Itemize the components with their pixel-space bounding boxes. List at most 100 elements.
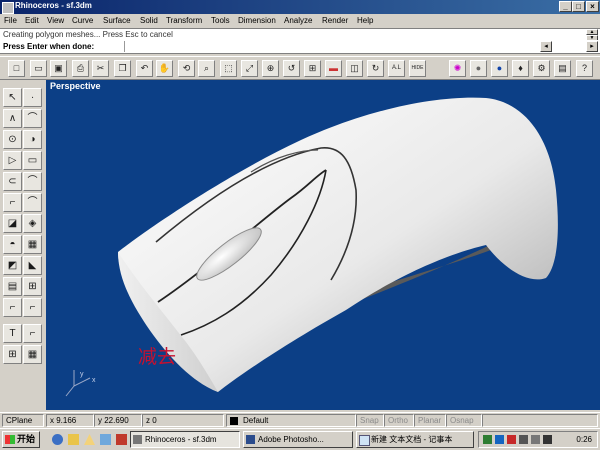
surface-icon[interactable]: ⌒ xyxy=(23,193,42,212)
planar-toggle[interactable]: Planar xyxy=(414,414,446,427)
menu-dimension[interactable]: Dimension xyxy=(238,16,276,25)
copy-icon[interactable]: ❐ xyxy=(114,60,131,77)
mesh-icon[interactable]: ◓ xyxy=(3,235,22,254)
antivirus-icon[interactable] xyxy=(507,435,516,444)
array-icon[interactable]: ▦ xyxy=(23,235,42,254)
group-icon[interactable]: ▤ xyxy=(3,277,22,296)
notepad-task-icon xyxy=(359,435,370,446)
new-icon[interactable]: □ xyxy=(8,60,25,77)
clock[interactable]: 0:26 xyxy=(576,435,592,444)
car-icon[interactable]: ▬ xyxy=(325,60,342,77)
perspective-viewport[interactable]: x y Perspective 减去 xyxy=(46,80,600,410)
zoom-icon[interactable]: ⌕ xyxy=(198,60,215,77)
rotate-view-icon[interactable]: ⟲ xyxy=(178,60,195,77)
circle-icon[interactable]: ⊙ xyxy=(3,130,22,149)
layer-color-swatch xyxy=(230,417,238,425)
usb-icon[interactable] xyxy=(543,435,552,444)
volume-icon[interactable] xyxy=(519,435,528,444)
print-icon[interactable]: ⎙ xyxy=(72,60,89,77)
light-icon[interactable]: ♦ xyxy=(512,60,529,77)
polygon-icon[interactable]: ▷ xyxy=(3,151,22,170)
dimension-icon[interactable]: ⌐ xyxy=(23,298,42,317)
four-viewports-icon[interactable]: ⊞ xyxy=(304,60,321,77)
zoom-window-icon[interactable]: ⬚ xyxy=(220,60,237,77)
open-icon[interactable]: ▭ xyxy=(30,60,47,77)
menu-render[interactable]: Render xyxy=(322,16,348,25)
task-notepad[interactable]: 新建 文本文档 - 记事本 xyxy=(356,431,474,448)
text-icon[interactable]: T xyxy=(3,324,22,343)
pan-icon[interactable]: ✋ xyxy=(156,60,173,77)
x-coordinate: x 9.166 xyxy=(46,414,94,427)
explorer-icon[interactable] xyxy=(68,434,79,445)
curve-icon[interactable]: ⌒ xyxy=(23,109,42,128)
menu-transform[interactable]: Transform xyxy=(166,16,202,25)
save-icon[interactable]: ▣ xyxy=(50,60,67,77)
properties-icon[interactable]: ▤ xyxy=(554,60,571,77)
menu-tools[interactable]: Tools xyxy=(211,16,230,25)
menu-file[interactable]: File xyxy=(4,16,17,25)
menu-edit[interactable]: Edit xyxy=(25,16,39,25)
solid-tools-icon[interactable]: ◈ xyxy=(23,214,42,233)
arc-icon[interactable]: ◑ xyxy=(23,130,42,149)
zoom-selected-icon[interactable]: ⊕ xyxy=(262,60,279,77)
fillet-curve-icon[interactable]: ⊂ xyxy=(3,172,22,191)
desktop-icon[interactable] xyxy=(100,434,111,445)
point-icon[interactable]: ∙ xyxy=(23,88,42,107)
taskbar: 开始 Rhinoceros - sf.3dm Adobe Photosho...… xyxy=(0,428,600,450)
rebuild-icon[interactable]: ↻ xyxy=(367,60,384,77)
menu-analyze[interactable]: Analyze xyxy=(284,16,312,25)
task-label-notepad: 新建 文本文档 - 记事本 xyxy=(371,435,453,444)
curve-from-object-icon[interactable]: ⌐ xyxy=(3,193,22,212)
shade-sphere-icon[interactable]: ● xyxy=(491,60,508,77)
layer-manager-icon[interactable]: ⊞ xyxy=(3,345,22,364)
command-input[interactable] xyxy=(124,41,535,52)
color-wheel-icon[interactable]: ✺ xyxy=(449,60,466,77)
block-icon[interactable]: ⊞ xyxy=(23,277,42,296)
solid-box-icon[interactable]: ◪ xyxy=(3,214,22,233)
menu-help[interactable]: Help xyxy=(357,16,373,25)
standard-toolbar: □ ▭ ▣ ⎙ ✂ ❐ ↶ ✋ ⟲ ⌕ ⬚ ⤢ ⊕ ↺ ⊞ ▬ ◫ ↻ A.L … xyxy=(0,56,600,80)
undo-view-icon[interactable]: ↺ xyxy=(283,60,300,77)
select-arrow-icon[interactable]: ↖ xyxy=(3,88,22,107)
task-rhinoceros[interactable]: Rhinoceros - sf.3dm xyxy=(130,431,240,448)
minimize-button[interactable]: _ xyxy=(559,1,572,12)
polyline-icon[interactable]: ∧ xyxy=(3,109,22,128)
command-scroll-left-button[interactable]: ◂ xyxy=(540,41,552,52)
cut-icon[interactable]: ✂ xyxy=(92,60,109,77)
network-icon[interactable] xyxy=(483,435,492,444)
menu-surface[interactable]: Surface xyxy=(103,16,131,25)
snap-toggle[interactable]: Snap xyxy=(356,414,384,427)
ie-icon[interactable] xyxy=(52,434,63,445)
grid-icon[interactable]: ▦ xyxy=(23,345,42,364)
menu-curve[interactable]: Curve xyxy=(72,16,93,25)
analyze-icon[interactable]: ⌐ xyxy=(3,298,22,317)
layer-icon[interactable]: A.L xyxy=(388,60,405,77)
hide-icon[interactable]: HIDE xyxy=(409,60,426,77)
help-icon[interactable]: ? xyxy=(576,60,593,77)
options-icon[interactable]: ⚙ xyxy=(533,60,550,77)
viewport-title[interactable]: Perspective xyxy=(50,81,101,91)
render-sphere-icon[interactable]: ● xyxy=(470,60,487,77)
osnap-toggle[interactable]: Osnap xyxy=(446,414,482,427)
menu-view[interactable]: View xyxy=(47,16,64,25)
current-layer[interactable]: Default xyxy=(226,414,356,427)
rectangle-icon[interactable]: ▭ xyxy=(23,151,42,170)
scale-icon[interactable]: ◣ xyxy=(23,256,42,275)
display-icon[interactable] xyxy=(531,435,540,444)
menu-solid[interactable]: Solid xyxy=(140,16,158,25)
outlook-icon[interactable] xyxy=(84,434,95,445)
select-icon[interactable]: ◫ xyxy=(346,60,363,77)
command-scroll-right-button[interactable]: ▸ xyxy=(586,41,598,52)
input-method-icon[interactable] xyxy=(495,435,504,444)
media-icon[interactable] xyxy=(116,434,127,445)
maximize-button[interactable]: □ xyxy=(572,1,585,12)
task-photoshop[interactable]: Adobe Photosho... xyxy=(243,431,353,448)
close-button[interactable]: × xyxy=(586,1,599,12)
zoom-extents-icon[interactable]: ⤢ xyxy=(241,60,258,77)
ortho-toggle[interactable]: Ortho xyxy=(384,414,414,427)
explode-icon[interactable]: ⌐ xyxy=(23,324,42,343)
offset-curve-icon[interactable]: ⌒ xyxy=(23,172,42,191)
undo-icon[interactable]: ↶ xyxy=(136,60,153,77)
start-button[interactable]: 开始 xyxy=(2,431,40,448)
transform-icon[interactable]: ◩ xyxy=(3,256,22,275)
